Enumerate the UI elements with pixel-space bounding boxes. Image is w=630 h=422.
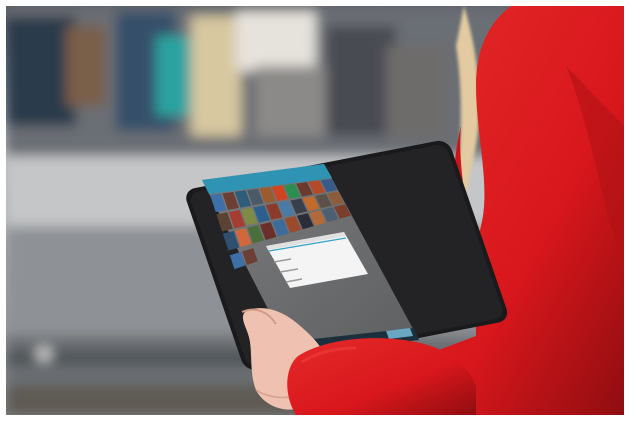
photo-scene bbox=[6, 6, 624, 415]
photo-frame bbox=[6, 6, 624, 415]
